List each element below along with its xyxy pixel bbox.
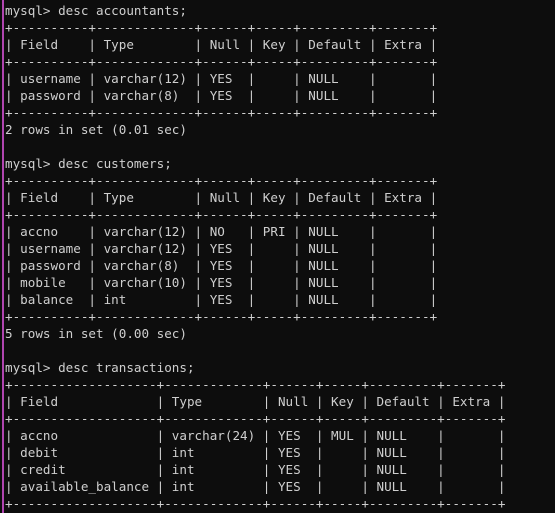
table-row: | credit | int | YES | | NULL | | — [5, 462, 506, 477]
table-separator-top: +----------+-------------+------+-----+-… — [5, 173, 438, 188]
table-separator-header: +----------+-------------+------+-----+-… — [5, 207, 438, 222]
table-separator-top: +-------------------+-------------+-----… — [5, 377, 506, 392]
table-row: | accno | varchar(24) | YES | MUL | NULL… — [5, 428, 506, 443]
table-header-row: | Field | Type | Null | Key | Default | … — [5, 37, 438, 52]
table-header-row: | Field | Type | Null | Key | Default | … — [5, 394, 506, 409]
table-row: | balance | int | YES | | NULL | | — [5, 292, 438, 307]
table-row: | username | varchar(12) | YES | | NULL … — [5, 71, 438, 86]
command-prompt-line[interactable]: mysql> desc customers; — [5, 155, 553, 172]
terminal-window[interactable]: mysql> desc accountants; +----------+----… — [0, 0, 555, 513]
result-status-line: 2 rows in set (0.01 sec) — [5, 122, 187, 137]
table-separator-header: +-------------------+-------------+-----… — [5, 411, 506, 426]
table-separator-bottom: +----------+-------------+------+-----+-… — [5, 105, 438, 120]
table-separator-bottom: +-------------------+-------------+-----… — [5, 496, 506, 511]
table-row: | available_balance | int | YES | | NULL… — [5, 479, 506, 494]
table-separator-header: +----------+-------------+------+-----+-… — [5, 54, 438, 69]
command-prompt-line[interactable]: mysql> desc accountants; — [5, 2, 553, 19]
table-header-row: | Field | Type | Null | Key | Default | … — [5, 190, 438, 205]
command-prompt-line[interactable]: mysql> desc transactions; — [5, 359, 553, 376]
table-row: | password | varchar(8) | YES | | NULL |… — [5, 88, 438, 103]
table-row: | accno | varchar(12) | NO | PRI | NULL … — [5, 224, 438, 239]
result-status-line: 5 rows in set (0.00 sec) — [5, 326, 187, 341]
table-row: | password | varchar(8) | YES | | NULL |… — [5, 258, 438, 273]
table-row: | debit | int | YES | | NULL | | — [5, 445, 506, 460]
terminal-output-area[interactable]: mysql> desc accountants; +----------+----… — [5, 2, 553, 513]
window-edge-stripe — [2, 0, 4, 513]
table-separator-top: +----------+-------------+------+-----+-… — [5, 20, 438, 35]
table-row: | username | varchar(12) | YES | | NULL … — [5, 241, 438, 256]
table-separator-bottom: +----------+-------------+------+-----+-… — [5, 309, 438, 324]
table-row: | mobile | varchar(10) | YES | | NULL | … — [5, 275, 438, 290]
